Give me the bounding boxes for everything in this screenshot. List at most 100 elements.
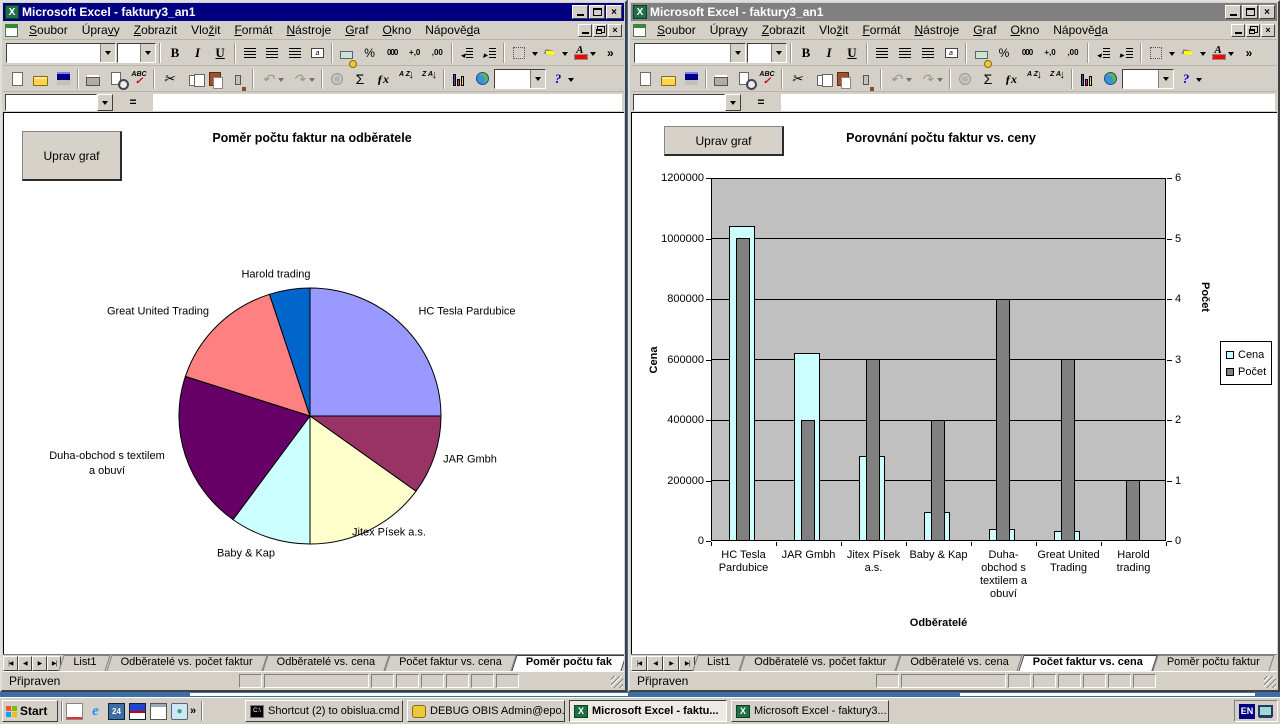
insert-hyperlink-button[interactable] — [326, 68, 348, 90]
borders-dropdown[interactable] — [1145, 42, 1175, 64]
formula-input[interactable] — [781, 94, 1275, 111]
sheet-tab-odb-ratel-vs-po-et-faktur[interactable]: Odběratelé vs. počet faktur — [109, 655, 265, 671]
title-bar[interactable]: X Microsoft Excel - faktury3_an1 × — [3, 3, 624, 21]
font-size-combo-arrow[interactable] — [140, 44, 155, 62]
tab-scroll-next-button[interactable]: ▶ — [663, 656, 679, 671]
font-size-combo-arrow[interactable] — [771, 44, 786, 62]
menu-pravy[interactable]: Úpravy — [75, 22, 127, 38]
minimize-button[interactable] — [1225, 5, 1241, 19]
doc-minimize-button[interactable] — [1231, 24, 1245, 37]
underline-button[interactable]: U — [841, 42, 863, 64]
paste-button[interactable] — [204, 68, 226, 90]
percent-style-button[interactable]: % — [993, 42, 1015, 64]
currency-style-button[interactable] — [970, 42, 992, 64]
doc-minimize-button[interactable] — [578, 24, 592, 37]
map-button[interactable] — [1099, 68, 1121, 90]
font-name-combo[interactable] — [6, 43, 116, 63]
print-button[interactable] — [710, 68, 732, 90]
font-color-dropdown[interactable]: A — [1207, 42, 1237, 64]
sheet-tab-odb-ratel-vs-cena[interactable]: Odběratelé vs. cena — [898, 655, 1020, 671]
format-painter-button[interactable] — [855, 68, 877, 90]
terminal-24-icon[interactable]: 24 — [108, 703, 125, 720]
task-button-3[interactable]: XMicrosoft Excel - faktu... — [569, 700, 727, 722]
redo-button[interactable]: ↷ — [916, 68, 946, 90]
bar-pocet-4[interactable] — [931, 420, 945, 541]
font-color-dropdown[interactable]: A — [569, 42, 598, 64]
bar-pocet-1[interactable] — [736, 238, 750, 541]
sheet-tab-odb-ratel-vs-cena[interactable]: Odběratelé vs. cena — [265, 655, 387, 671]
close-button[interactable]: × — [606, 5, 622, 19]
maximize-button[interactable] — [589, 5, 605, 19]
cut-button[interactable]: ✂ — [786, 68, 808, 90]
menu-vloit[interactable]: Vložit — [812, 22, 855, 38]
open-button[interactable] — [29, 68, 51, 90]
open-button[interactable] — [657, 68, 679, 90]
menu-nstroje[interactable]: Nástroje — [279, 22, 338, 38]
tab-scroll-next-button[interactable]: ▶ — [32, 656, 47, 671]
new-button[interactable] — [6, 68, 28, 90]
menu-graf[interactable]: Graf — [966, 22, 1003, 38]
fill-color-dropdown[interactable] — [539, 42, 568, 64]
doc-restore-button[interactable] — [1246, 24, 1260, 37]
italic-button[interactable]: I — [818, 42, 840, 64]
maximize-button[interactable] — [1242, 5, 1258, 19]
spelling-button[interactable]: ABC — [128, 68, 150, 90]
copy-button[interactable] — [809, 68, 831, 90]
sheet-tab-list1[interactable]: List1 — [61, 655, 108, 671]
comma-style-button[interactable]: 000 — [381, 42, 403, 64]
save-button[interactable] — [52, 68, 74, 90]
redo-button[interactable]: ↷ — [288, 68, 318, 90]
name-box-dropdown[interactable] — [725, 94, 741, 111]
font-size-combo[interactable] — [747, 43, 787, 63]
comma-style-button[interactable]: 000 — [1016, 42, 1038, 64]
quick-launch-chevron[interactable]: » — [188, 705, 198, 717]
font-name-combo-arrow[interactable] — [730, 44, 745, 62]
start-button[interactable]: Start — [2, 700, 58, 722]
sheet-tab-po-et-faktur-vs-cena[interactable]: Počet faktur vs. cena — [387, 655, 514, 671]
undo-button[interactable]: ↶ — [257, 68, 287, 90]
paste-button[interactable] — [832, 68, 854, 90]
spelling-button[interactable]: ABC — [756, 68, 778, 90]
close-button[interactable]: × — [1259, 5, 1275, 19]
doc-close-button[interactable]: × — [608, 24, 622, 37]
font-name-combo[interactable] — [634, 43, 746, 63]
currency-style-button[interactable] — [336, 42, 358, 64]
menu-okno[interactable]: Okno — [376, 22, 419, 38]
zoom-combo[interactable] — [1122, 69, 1174, 89]
align-right-button[interactable] — [917, 42, 939, 64]
sheet-tab-po-et-faktur-vs-cena[interactable]: Počet faktur vs. cena — [1021, 655, 1155, 671]
autosum-button[interactable]: Σ — [349, 68, 371, 90]
paste-function-button[interactable]: ƒx — [1000, 68, 1022, 90]
doc-close-button[interactable]: × — [1261, 24, 1275, 37]
copy-button[interactable] — [181, 68, 203, 90]
sheet-tab-pom-r-po-tu-fak[interactable]: Poměr počtu fak — [514, 655, 624, 671]
zoom-combo-arrow[interactable] — [1158, 70, 1173, 88]
tab-scroll-prev-button[interactable]: ◀ — [18, 656, 33, 671]
autosum-button[interactable]: Σ — [977, 68, 999, 90]
sheet-tab-list1[interactable]: List1 — [695, 655, 742, 671]
decrease-decimal-button[interactable]: ,00 — [427, 42, 449, 64]
doc-restore-button[interactable] — [593, 24, 607, 37]
mail-compose-icon[interactable] — [66, 703, 83, 720]
align-center-button[interactable] — [261, 42, 283, 64]
display-icon[interactable] — [1258, 705, 1273, 717]
increase-indent-button[interactable] — [479, 42, 501, 64]
sort-ascending-button[interactable]: A Z — [1023, 68, 1045, 90]
help-button[interactable]: ? — [547, 68, 577, 90]
percent-style-button[interactable]: % — [359, 42, 381, 64]
show-desktop-icon[interactable] — [150, 703, 167, 720]
print-button[interactable] — [82, 68, 104, 90]
tab-scroll-first-button[interactable]: |◀ — [3, 656, 18, 671]
menu-formt[interactable]: Formát — [227, 22, 279, 38]
sheet-tab-pom-r-po-tu-faktur[interactable]: Poměr počtu faktur — [1155, 655, 1272, 671]
increase-decimal-button[interactable]: +,0 — [404, 42, 426, 64]
formula-input[interactable] — [153, 94, 622, 111]
decrease-decimal-button[interactable]: ,00 — [1062, 42, 1084, 64]
menu-okno[interactable]: Okno — [1004, 22, 1047, 38]
font-size-combo[interactable] — [117, 43, 156, 63]
menu-pravy[interactable]: Úpravy — [703, 22, 755, 38]
name-box-dropdown[interactable] — [97, 94, 113, 111]
menu-soubor[interactable]: Soubor — [22, 22, 75, 38]
sort-ascending-button[interactable]: A Z — [395, 68, 417, 90]
sheet-tab-odb-ratel-vs-po-et-faktur[interactable]: Odběratelé vs. počet faktur — [742, 655, 898, 671]
